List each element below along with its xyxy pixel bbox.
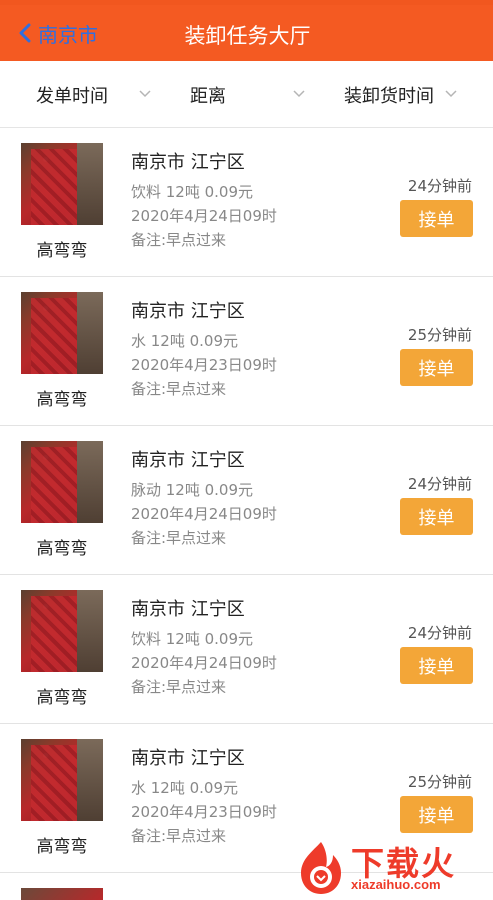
cargo-photo bbox=[21, 292, 103, 374]
filter-distance[interactable]: 距离 bbox=[164, 61, 314, 128]
page-title-text: 装卸任务大厅 bbox=[184, 24, 311, 48]
task-time: 2020年4月24日09时 bbox=[131, 207, 277, 225]
task-cargo: 脉动 12吨 0.09元 bbox=[131, 481, 254, 499]
task-cargo: 水 12吨 0.09元 bbox=[131, 779, 239, 797]
watermark: 下载火 xiazaihuo.com bbox=[293, 835, 493, 900]
task-location: 南京市 江宁区 bbox=[131, 450, 245, 471]
task-item[interactable]: 高弯弯 南京市 江宁区 水 12吨 0.09元 2020年4月23日09时 备注… bbox=[0, 277, 493, 426]
filter-label: 距离 bbox=[190, 85, 226, 107]
posted-ago: 24分钟前 bbox=[407, 624, 472, 642]
task-note: 备注:早点过来 bbox=[131, 827, 227, 845]
cargo-photo bbox=[21, 590, 103, 672]
task-time: 2020年4月23日09时 bbox=[131, 356, 277, 374]
task-cargo: 饮料 12吨 0.09元 bbox=[131, 183, 254, 201]
filter-order-time[interactable]: 发单时间 bbox=[0, 61, 164, 128]
task-item[interactable]: 高弯弯 南京市 江宁区 饮料 12吨 0.09元 2020年4月24日09时 备… bbox=[0, 128, 493, 277]
task-note: 备注:早点过来 bbox=[131, 380, 227, 398]
accept-order-button[interactable]: 接单 bbox=[400, 349, 473, 386]
publisher-name: 高弯弯 bbox=[36, 688, 88, 708]
task-note: 备注:早点过来 bbox=[131, 529, 227, 547]
accept-order-button[interactable]: 接单 bbox=[400, 647, 473, 684]
filter-loading-time[interactable]: 装卸货时间 bbox=[314, 61, 493, 128]
watermark-url: xiazaihuo.com bbox=[351, 877, 441, 892]
chevron-down-icon bbox=[139, 90, 151, 98]
task-location: 南京市 江宁区 bbox=[131, 301, 245, 322]
chevron-down-icon bbox=[445, 90, 457, 98]
task-location: 南京市 江宁区 bbox=[131, 152, 245, 173]
filter-bar: 发单时间 距离 装卸货时间 bbox=[0, 61, 493, 128]
filter-label: 装卸货时间 bbox=[344, 85, 434, 107]
task-time: 2020年4月24日09时 bbox=[131, 505, 277, 523]
posted-ago: 24分钟前 bbox=[407, 475, 472, 493]
posted-ago: 24分钟前 bbox=[407, 177, 472, 195]
task-item[interactable]: 高弯弯 南京市 江宁区 饮料 12吨 0.09元 2020年4月24日09时 备… bbox=[0, 575, 493, 724]
posted-ago: 25分钟前 bbox=[407, 773, 472, 791]
flame-logo-icon bbox=[301, 842, 341, 894]
task-list: 高弯弯 南京市 江宁区 饮料 12吨 0.09元 2020年4月24日09时 备… bbox=[0, 128, 493, 873]
task-cargo: 饮料 12吨 0.09元 bbox=[131, 630, 254, 648]
task-note: 备注:早点过来 bbox=[131, 678, 227, 696]
accept-order-button[interactable]: 接单 bbox=[400, 200, 473, 237]
chevron-down-icon bbox=[293, 90, 305, 98]
task-item[interactable]: 高弯弯 南京市 江宁区 脉动 12吨 0.09元 2020年4月24日09时 备… bbox=[0, 426, 493, 575]
task-time: 2020年4月24日09时 bbox=[131, 654, 277, 672]
page-title: 装卸任务大厅 bbox=[0, 20, 493, 50]
posted-ago: 25分钟前 bbox=[407, 326, 472, 344]
task-location: 南京市 江宁区 bbox=[131, 748, 245, 769]
cargo-photo bbox=[21, 888, 103, 900]
app-header: 南京市 装卸任务大厅 bbox=[0, 5, 493, 61]
accept-order-button[interactable]: 接单 bbox=[400, 796, 473, 833]
publisher-name: 高弯弯 bbox=[36, 241, 88, 261]
accept-order-button[interactable]: 接单 bbox=[400, 498, 473, 535]
publisher-name: 高弯弯 bbox=[36, 837, 88, 857]
publisher-name: 高弯弯 bbox=[36, 390, 88, 410]
task-location: 南京市 江宁区 bbox=[131, 599, 245, 620]
cargo-photo bbox=[21, 143, 103, 225]
cargo-photo bbox=[21, 441, 103, 523]
task-note: 备注:早点过来 bbox=[131, 231, 227, 249]
task-time: 2020年4月23日09时 bbox=[131, 803, 277, 821]
task-cargo: 水 12吨 0.09元 bbox=[131, 332, 239, 350]
publisher-name: 高弯弯 bbox=[36, 539, 88, 559]
filter-label: 发单时间 bbox=[36, 85, 108, 107]
cargo-photo bbox=[21, 739, 103, 821]
